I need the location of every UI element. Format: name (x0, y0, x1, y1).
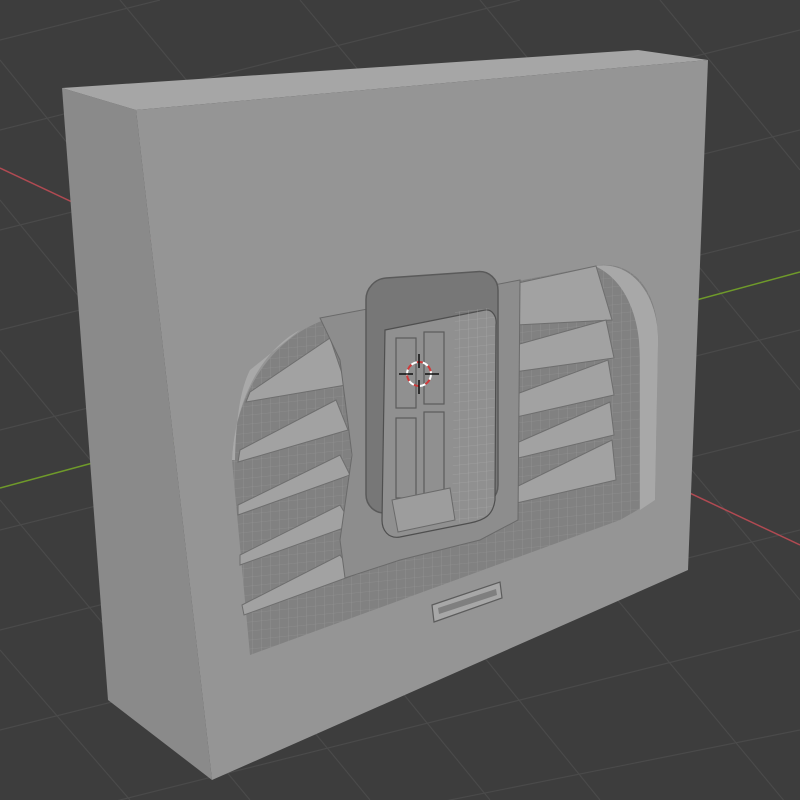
vent-door[interactable] (381, 308, 497, 538)
3d-viewport[interactable] (0, 0, 800, 800)
